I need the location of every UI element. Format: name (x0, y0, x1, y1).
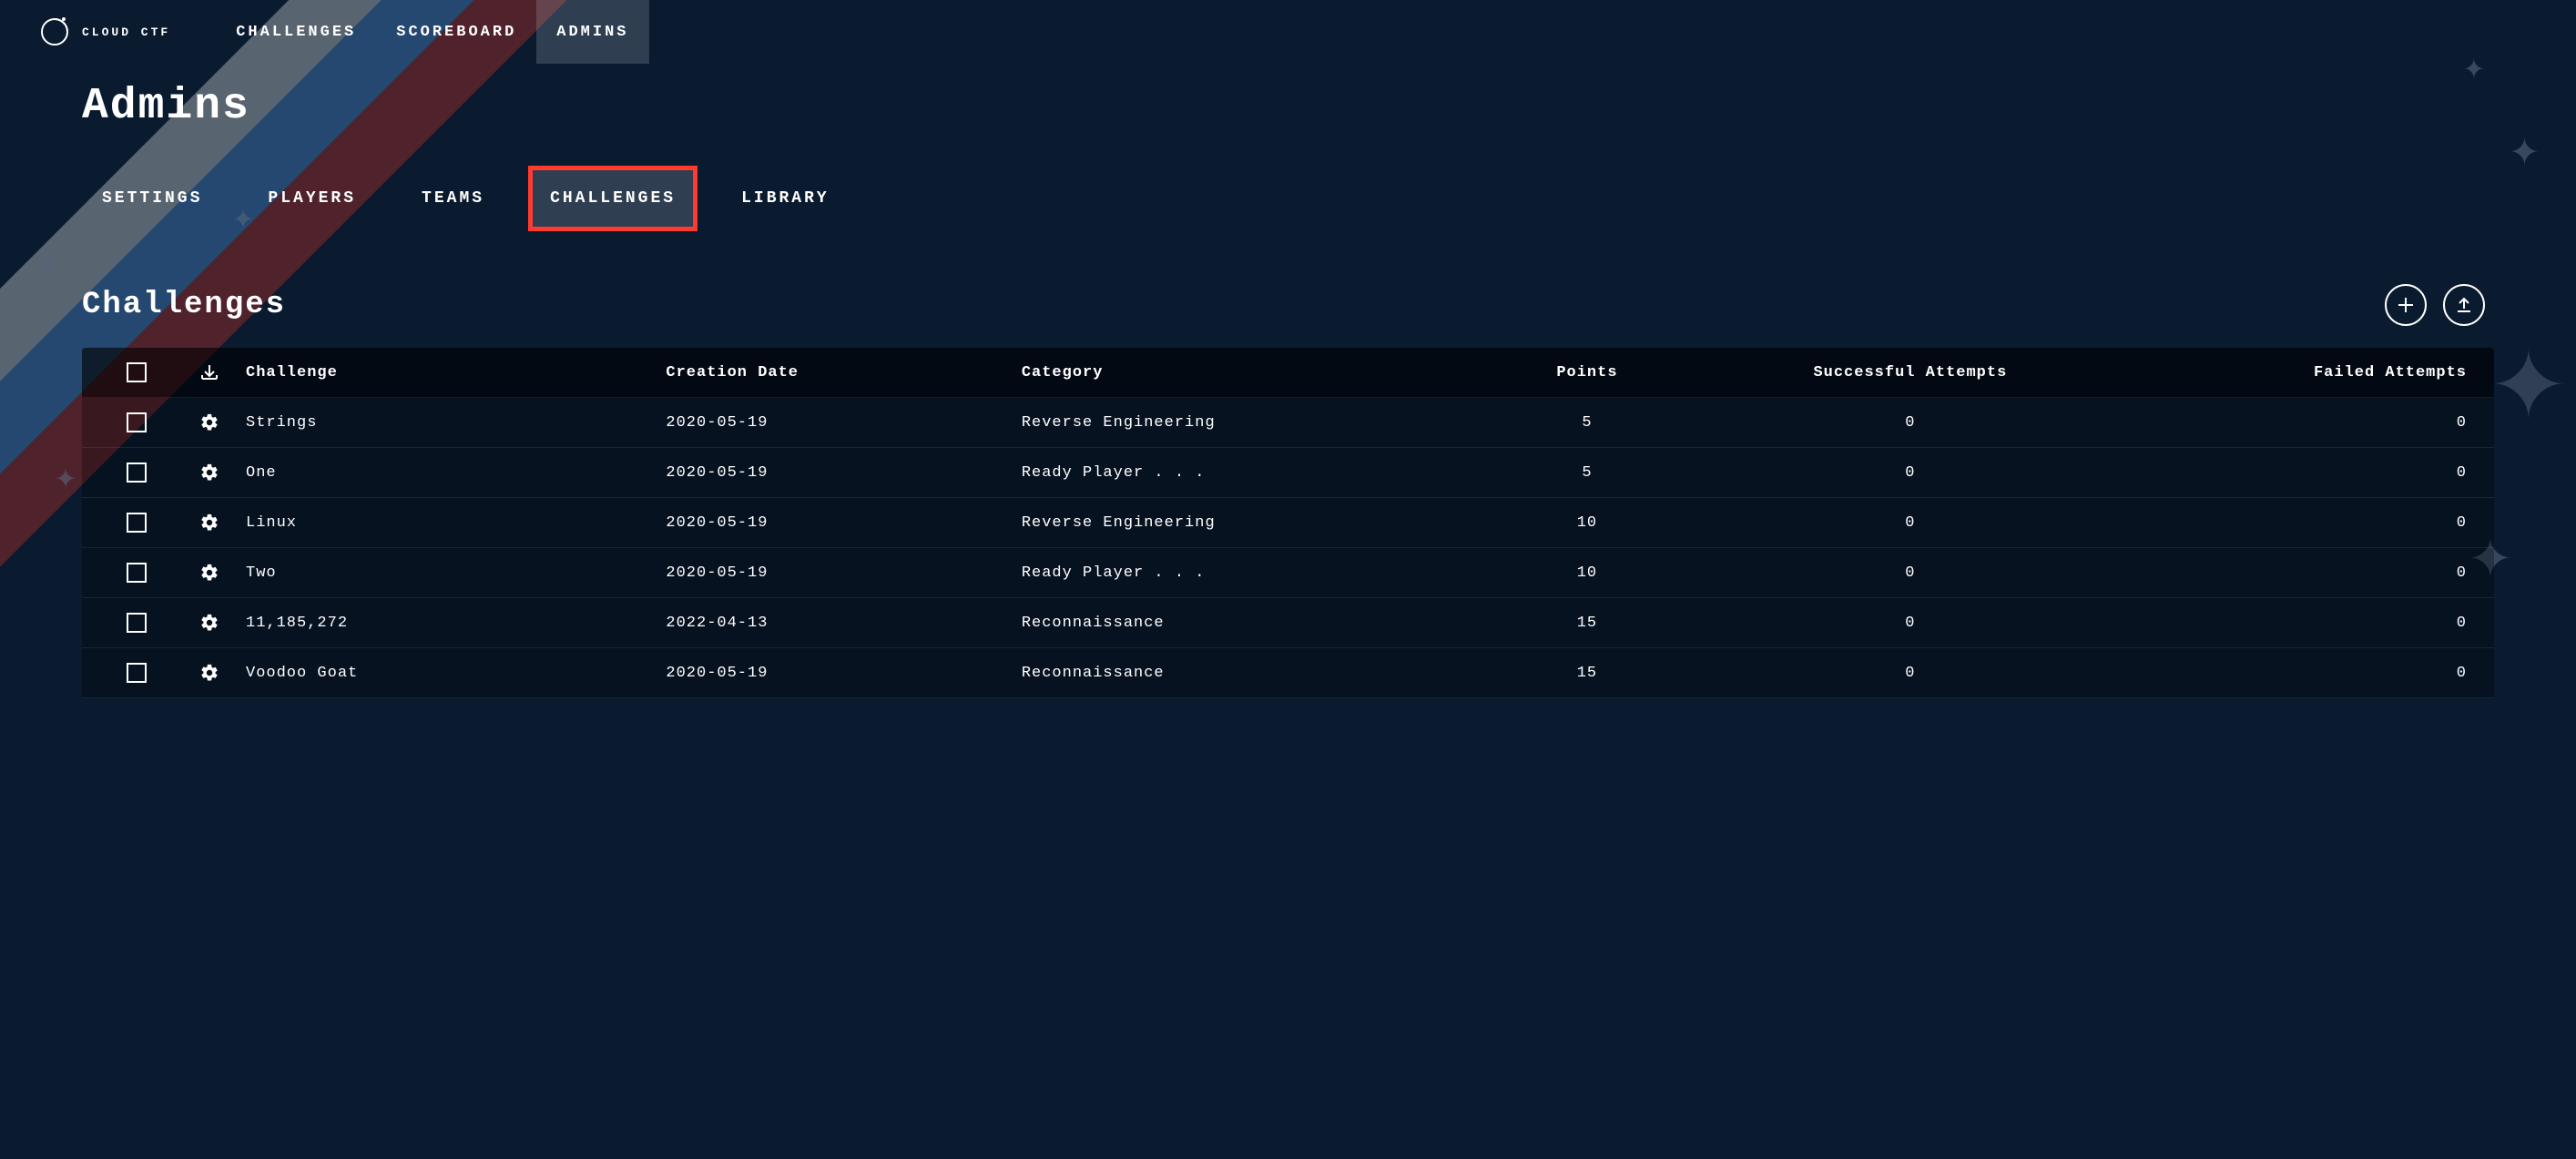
row-checkbox[interactable] (127, 613, 147, 633)
brand-logo[interactable]: CLOUD CTF (36, 14, 170, 50)
cell-points: 15 (1474, 665, 1700, 682)
cell-challenge: 11,185,272 (246, 615, 666, 632)
cell-successful: 0 (1700, 414, 2120, 432)
row-settings-button[interactable] (173, 412, 246, 432)
row-settings-button[interactable] (173, 663, 246, 683)
download-column-header[interactable] (173, 362, 246, 382)
cell-category: Reverse Engineering (1022, 414, 1474, 432)
cell-creation-date: 2020-05-19 (666, 464, 1021, 482)
subtab-challenges[interactable]: CHALLENGES (530, 168, 696, 229)
cell-creation-date: 2022-04-13 (666, 615, 1021, 632)
cell-successful: 0 (1700, 564, 2120, 582)
cell-points: 5 (1474, 414, 1700, 432)
cell-creation-date: 2020-05-19 (666, 414, 1021, 432)
cell-points: 15 (1474, 615, 1700, 632)
gear-icon (199, 613, 219, 633)
row-checkbox[interactable] (127, 663, 147, 683)
table-row: One2020-05-19Ready Player . . .500 (82, 448, 2494, 498)
row-checkbox[interactable] (127, 412, 147, 432)
cell-creation-date: 2020-05-19 (666, 564, 1021, 582)
topnav-item-admins[interactable]: ADMINS (536, 0, 648, 64)
cell-challenge: Voodoo Goat (246, 665, 666, 682)
table-row: Voodoo Goat2020-05-19Reconnaissance1500 (82, 648, 2494, 698)
cell-failed: 0 (2121, 615, 2476, 632)
table-row: Linux2020-05-19Reverse Engineering1000 (82, 498, 2494, 548)
col-category: Category (1022, 364, 1474, 381)
cell-points: 10 (1474, 564, 1700, 582)
row-checkbox[interactable] (127, 463, 147, 483)
cell-category: Reverse Engineering (1022, 514, 1474, 532)
row-checkbox[interactable] (127, 563, 147, 583)
row-settings-button[interactable] (173, 463, 246, 483)
table-row: 11,185,2722022-04-13Reconnaissance1500 (82, 598, 2494, 648)
subtab-teams[interactable]: TEAMS (402, 168, 504, 229)
section-header: Challenges (82, 284, 2494, 326)
action-buttons (2385, 284, 2485, 326)
table-row: Two2020-05-19Ready Player . . .1000 (82, 548, 2494, 598)
cell-creation-date: 2020-05-19 (666, 514, 1021, 532)
topnav-item-challenges[interactable]: CHALLENGES (216, 0, 376, 64)
cell-failed: 0 (2121, 665, 2476, 682)
cell-creation-date: 2020-05-19 (666, 665, 1021, 682)
col-failed: Failed Attempts (2121, 364, 2476, 381)
gear-icon (199, 463, 219, 483)
col-points: Points (1474, 364, 1700, 381)
admin-subtabs: SETTINGS PLAYERS TEAMS CHALLENGES LIBRARY (82, 168, 2494, 229)
topnav-item-scoreboard[interactable]: SCOREBOARD (376, 0, 536, 64)
cell-challenge: Linux (246, 514, 666, 532)
select-all-checkbox[interactable] (127, 362, 147, 382)
brand-name: CLOUD CTF (82, 25, 170, 39)
row-settings-button[interactable] (173, 513, 246, 533)
table-row: Strings2020-05-19Reverse Engineering500 (82, 398, 2494, 448)
row-settings-button[interactable] (173, 563, 246, 583)
challenges-table: Challenge Creation Date Category Points … (82, 348, 2494, 698)
download-icon (199, 362, 219, 382)
cell-challenge: Strings (246, 414, 666, 432)
page-title: Admins (82, 82, 2494, 131)
cell-category: Ready Player . . . (1022, 464, 1474, 482)
gear-icon (199, 563, 219, 583)
cell-category: Reconnaissance (1022, 615, 1474, 632)
cell-category: Ready Player . . . (1022, 564, 1474, 582)
top-nav: CHALLENGESSCOREBOARDADMINS (216, 0, 648, 64)
row-checkbox[interactable] (127, 513, 147, 533)
cell-successful: 0 (1700, 464, 2120, 482)
cell-points: 10 (1474, 514, 1700, 532)
plus-icon (2397, 296, 2415, 314)
gear-icon (199, 663, 219, 683)
section-title: Challenges (82, 288, 286, 322)
upload-icon (2455, 296, 2473, 314)
cell-failed: 0 (2121, 464, 2476, 482)
upload-challenge-button[interactable] (2443, 284, 2485, 326)
top-nav-bar: CLOUD CTF CHALLENGESSCOREBOARDADMINS (0, 0, 2576, 64)
gear-icon (199, 412, 219, 432)
col-successful: Successful Attempts (1700, 364, 2120, 381)
cell-failed: 0 (2121, 414, 2476, 432)
row-settings-button[interactable] (173, 613, 246, 633)
cell-failed: 0 (2121, 564, 2476, 582)
gear-icon (199, 513, 219, 533)
col-challenge: Challenge (246, 364, 666, 381)
cell-successful: 0 (1700, 665, 2120, 682)
subtab-library[interactable]: LIBRARY (721, 168, 850, 229)
cell-challenge: One (246, 464, 666, 482)
cell-category: Reconnaissance (1022, 665, 1474, 682)
logo-icon (36, 14, 73, 50)
table-header-row: Challenge Creation Date Category Points … (82, 348, 2494, 398)
subtab-settings[interactable]: SETTINGS (82, 168, 222, 229)
cell-failed: 0 (2121, 514, 2476, 532)
cell-successful: 0 (1700, 615, 2120, 632)
add-challenge-button[interactable] (2385, 284, 2427, 326)
col-creation-date: Creation Date (666, 364, 1021, 381)
cell-challenge: Two (246, 564, 666, 582)
subtab-players[interactable]: PLAYERS (248, 168, 376, 229)
cell-points: 5 (1474, 464, 1700, 482)
cell-successful: 0 (1700, 514, 2120, 532)
